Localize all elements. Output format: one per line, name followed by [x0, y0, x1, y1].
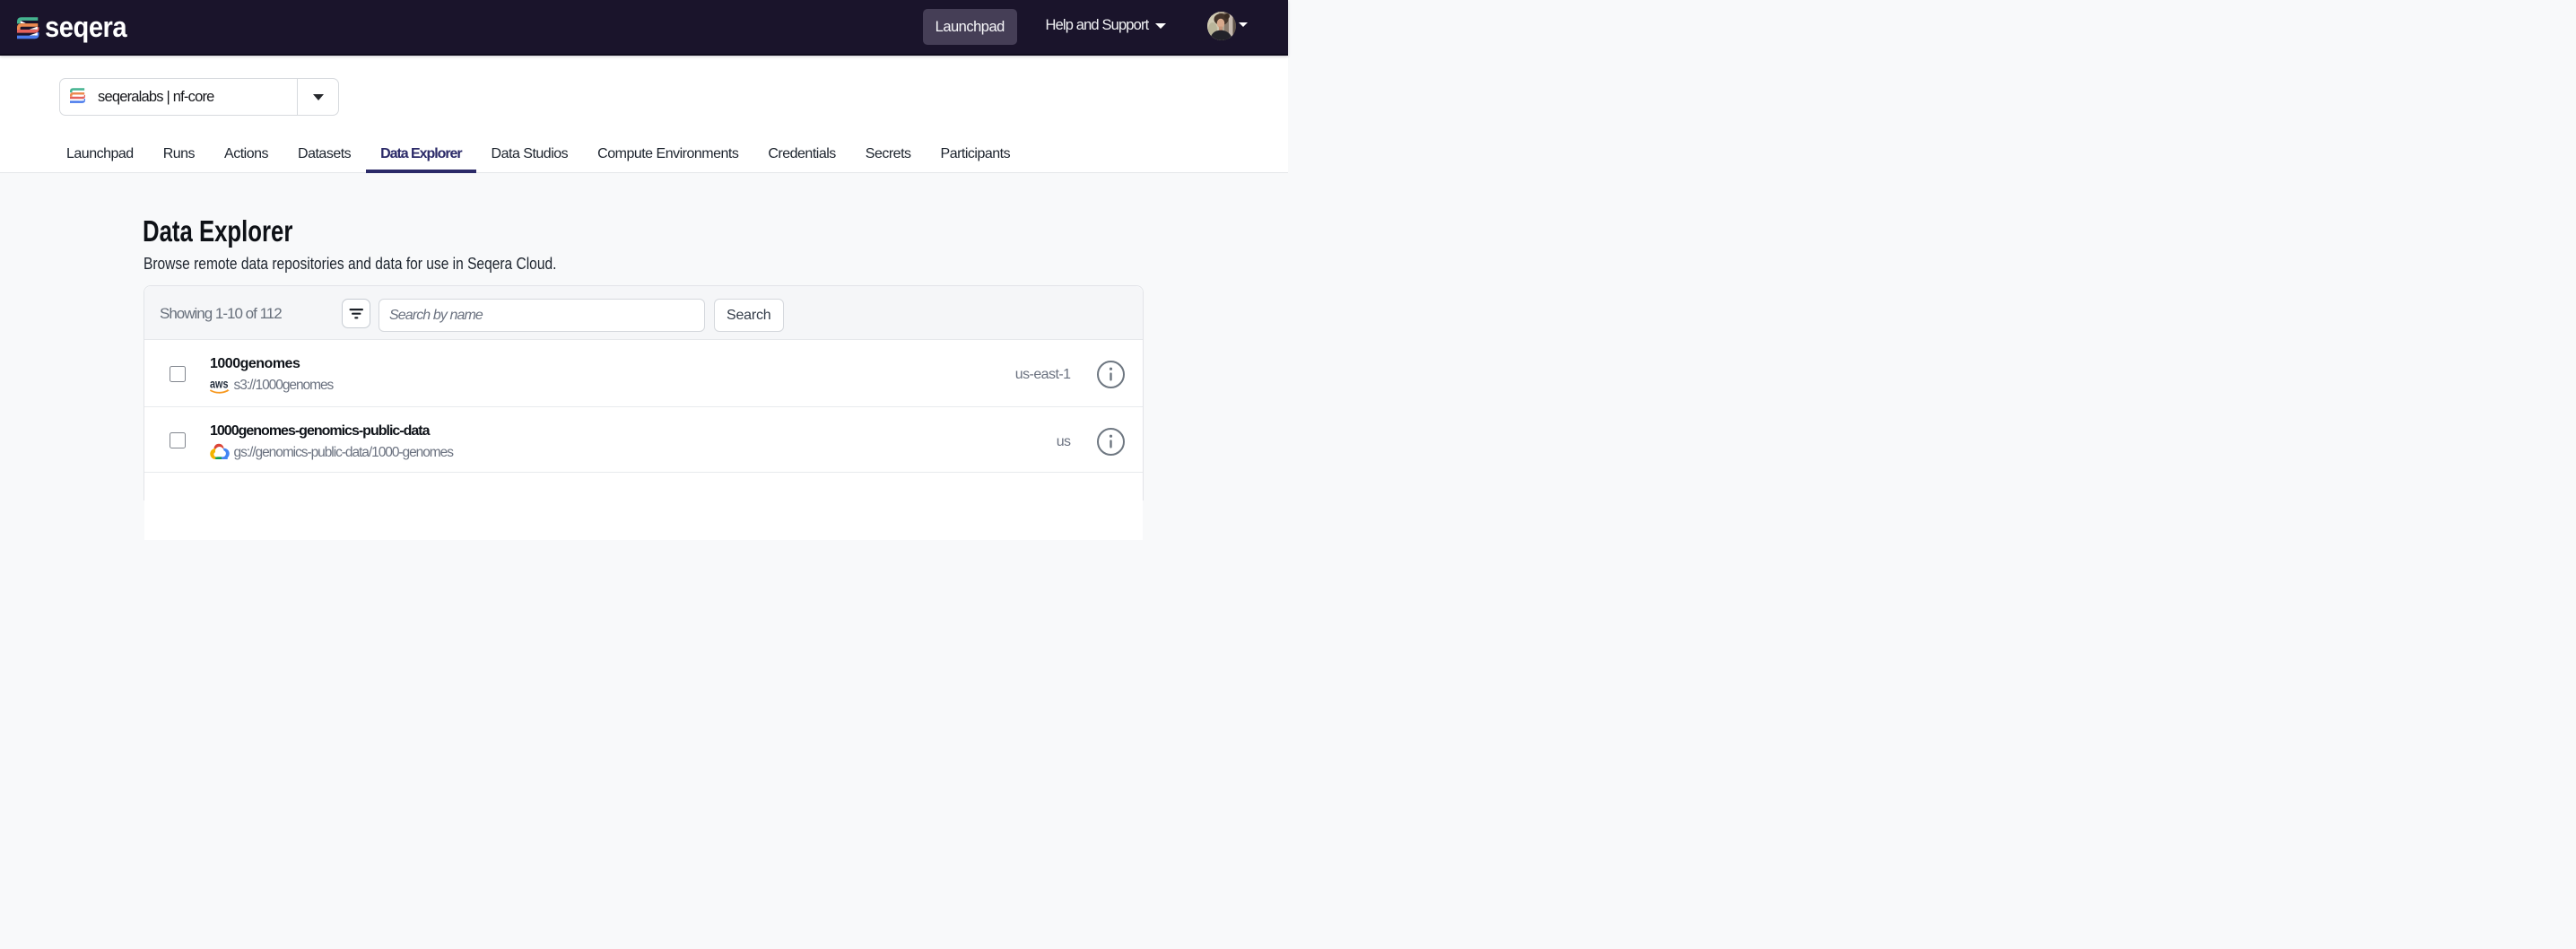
svg-text:aws: aws [210, 379, 229, 391]
